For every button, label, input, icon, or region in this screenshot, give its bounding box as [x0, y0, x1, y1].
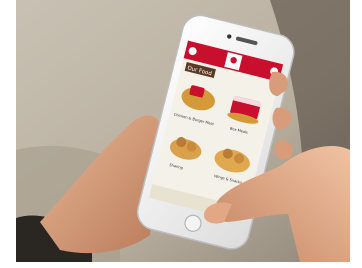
- white-border-right: [350, 0, 362, 268]
- white-border-left: [0, 0, 16, 268]
- white-border-bottom: [0, 262, 362, 268]
- photo-illustration: Our Food Chicken & Burger Meal Box Meals…: [0, 0, 362, 268]
- photo-scene: Our Food Chicken & Burger Meal Box Meals…: [0, 0, 362, 268]
